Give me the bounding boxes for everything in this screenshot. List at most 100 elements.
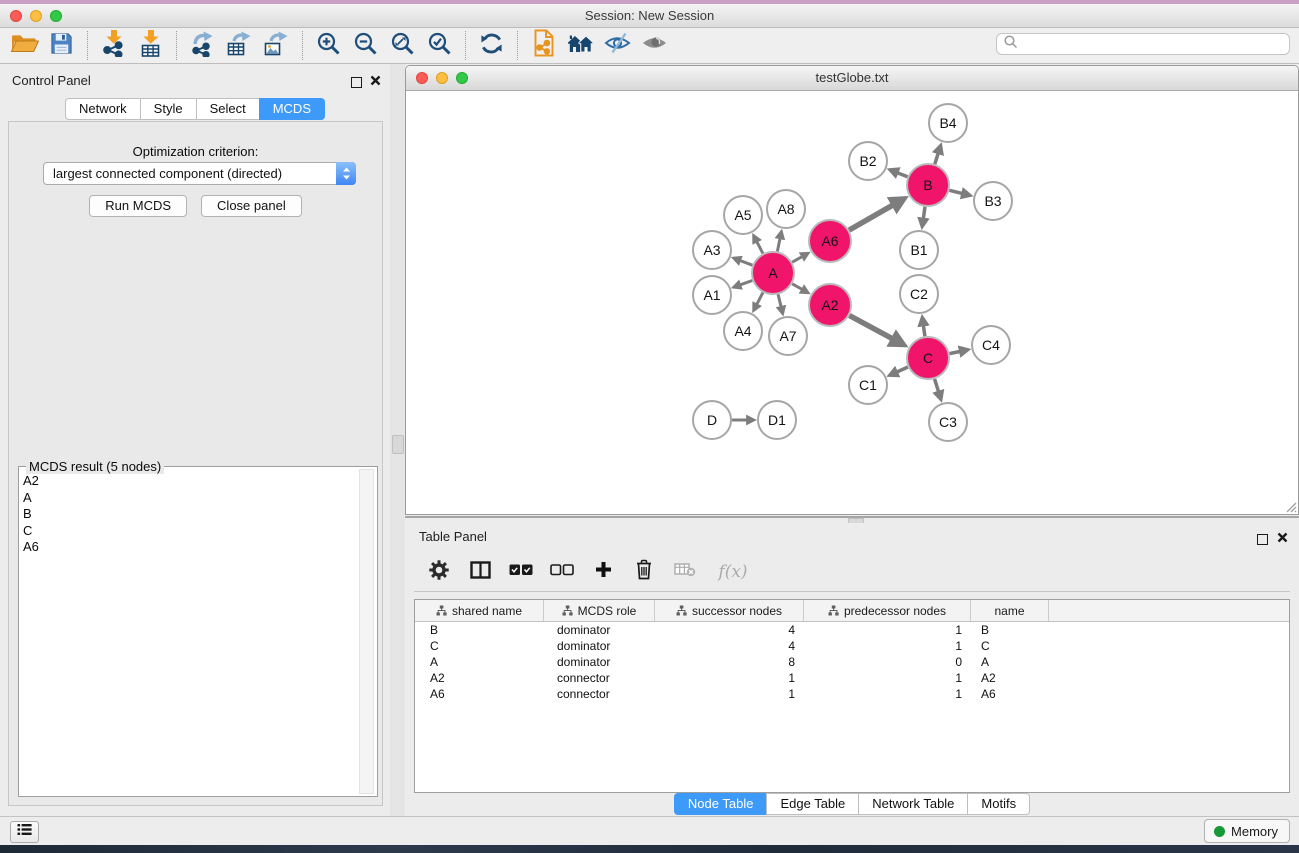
table-cell[interactable]: 1: [655, 686, 804, 702]
graph-node-B[interactable]: B: [907, 164, 949, 206]
graph-edge-B-B4[interactable]: [935, 152, 939, 164]
float-panel-icon[interactable]: [1257, 534, 1268, 545]
table-row[interactable]: Cdominator41C: [415, 638, 1289, 654]
graph-node-C[interactable]: C: [907, 337, 949, 379]
table-cell[interactable]: 1: [804, 638, 971, 654]
run-mcds-button[interactable]: Run MCDS: [89, 195, 187, 217]
graph-edge-A-A1[interactable]: [739, 281, 752, 286]
graph-node-A3[interactable]: A3: [693, 231, 731, 269]
column-header-successor-nodes[interactable]: successor nodes: [655, 600, 804, 621]
graph-edge-C-C1[interactable]: [896, 367, 908, 373]
graph-edge-A-A7[interactable]: [778, 294, 781, 308]
network-from-selection-button[interactable]: [525, 30, 562, 61]
table-cell[interactable]: connector: [544, 670, 655, 686]
close-panel-button[interactable]: Close panel: [201, 195, 302, 217]
float-panel-icon[interactable]: [351, 77, 362, 88]
graph-node-D[interactable]: D: [693, 401, 731, 439]
table-cell[interactable]: A: [415, 654, 544, 670]
graph-edge-C-C3[interactable]: [935, 379, 939, 393]
table-row[interactable]: Adominator80A: [415, 654, 1289, 670]
graph-edge-A-A6[interactable]: [792, 256, 803, 262]
table-cell[interactable]: B: [415, 622, 544, 638]
splitter-handle[interactable]: [392, 435, 404, 454]
graph-node-A8[interactable]: A8: [767, 190, 805, 228]
result-item[interactable]: B: [23, 506, 355, 523]
tab-mcds[interactable]: MCDS: [259, 98, 325, 120]
result-item[interactable]: C: [23, 523, 355, 540]
criterion-dropdown[interactable]: largest connected component (directed): [43, 162, 356, 185]
column-header-mcds-role[interactable]: MCDS role: [544, 600, 655, 621]
graph-node-D1[interactable]: D1: [758, 401, 796, 439]
table-cell[interactable]: A2: [971, 670, 1049, 686]
table-cell[interactable]: C: [415, 638, 544, 654]
graph-edge-A6-B[interactable]: [849, 204, 895, 230]
deselect-all-button[interactable]: [550, 560, 574, 584]
table-cell[interactable]: A6: [971, 686, 1049, 702]
table-cell[interactable]: connector: [544, 686, 655, 702]
import-network-button[interactable]: [95, 30, 132, 61]
export-table-button[interactable]: [221, 30, 258, 61]
table-row[interactable]: Bdominator41B: [415, 622, 1289, 638]
table-cell[interactable]: C: [971, 638, 1049, 654]
network-close-button[interactable]: [416, 72, 428, 84]
table-cell[interactable]: 1: [804, 670, 971, 686]
graph-node-A1[interactable]: A1: [693, 276, 731, 314]
network-graph[interactable]: AA1A2A3A4A5A6A7A8BB1B2B3B4CC1C2C3C4DD1: [406, 91, 1298, 514]
column-header-predecessor-nodes[interactable]: predecessor nodes: [804, 600, 971, 621]
graph-node-A2[interactable]: A2: [809, 284, 851, 326]
graph-node-B4[interactable]: B4: [929, 104, 967, 142]
graph-node-B1[interactable]: B1: [900, 231, 938, 269]
show-all-button[interactable]: [636, 30, 673, 61]
graph-node-A4[interactable]: A4: [724, 312, 762, 350]
column-header-name[interactable]: name: [971, 600, 1049, 621]
table-cell[interactable]: 4: [655, 622, 804, 638]
result-item[interactable]: A6: [23, 539, 355, 556]
graph-node-C4[interactable]: C4: [972, 326, 1010, 364]
network-minimize-button[interactable]: [436, 72, 448, 84]
app-titlebar[interactable]: Session: New Session: [0, 4, 1299, 28]
export-image-button[interactable]: [258, 30, 295, 61]
graph-edge-C-C4[interactable]: [950, 351, 962, 354]
graph-edge-A-A4[interactable]: [756, 293, 763, 306]
tab-select[interactable]: Select: [196, 98, 259, 120]
table-settings-button[interactable]: [427, 560, 451, 584]
close-panel-icon[interactable]: [370, 73, 381, 91]
zoom-in-button[interactable]: [310, 30, 347, 61]
table-row[interactable]: A2connector11A2: [415, 670, 1289, 686]
graph-node-B3[interactable]: B3: [974, 182, 1012, 220]
table-cell[interactable]: B: [971, 622, 1049, 638]
tab-edge-table[interactable]: Edge Table: [766, 793, 858, 815]
table-cell[interactable]: A: [971, 654, 1049, 670]
refresh-network-button[interactable]: [473, 30, 510, 61]
table-cell[interactable]: dominator: [544, 622, 655, 638]
graph-edge-B-B2[interactable]: [896, 172, 908, 177]
add-row-button[interactable]: [591, 560, 615, 584]
graph-edge-C-C2[interactable]: [923, 324, 925, 336]
delete-table-button[interactable]: [673, 560, 697, 584]
mcds-result-list[interactable]: A2ABCA6: [23, 473, 355, 793]
minimize-window-button[interactable]: [30, 10, 42, 22]
network-canvas[interactable]: AA1A2A3A4A5A6A7A8BB1B2B3B4CC1C2C3C4DD1: [406, 91, 1298, 514]
graph-edge-B-B3[interactable]: [949, 190, 963, 194]
zoom-window-button[interactable]: [50, 10, 62, 22]
hide-selected-button[interactable]: [599, 30, 636, 61]
graph-edge-A-A2[interactable]: [792, 284, 803, 290]
function-builder-button[interactable]: f(x): [714, 560, 752, 584]
graph-node-C1[interactable]: C1: [849, 366, 887, 404]
memory-button[interactable]: Memory: [1204, 819, 1290, 843]
table-cell[interactable]: A2: [415, 670, 544, 686]
open-file-button[interactable]: [6, 30, 43, 61]
graph-edge-A-A5[interactable]: [756, 241, 763, 254]
export-network-button[interactable]: [184, 30, 221, 61]
close-window-button[interactable]: [10, 10, 22, 22]
tab-node-table[interactable]: Node Table: [674, 793, 767, 815]
vertical-splitter[interactable]: [390, 64, 405, 816]
graph-node-A[interactable]: A: [752, 252, 794, 294]
close-panel-icon[interactable]: [1277, 530, 1288, 548]
tab-style[interactable]: Style: [140, 98, 196, 120]
zoom-out-button[interactable]: [347, 30, 384, 61]
graph-node-B2[interactable]: B2: [849, 142, 887, 180]
table-cell[interactable]: 1: [804, 686, 971, 702]
graph-edge-B-B1[interactable]: [923, 207, 925, 220]
zoom-fit-button[interactable]: [384, 30, 421, 61]
